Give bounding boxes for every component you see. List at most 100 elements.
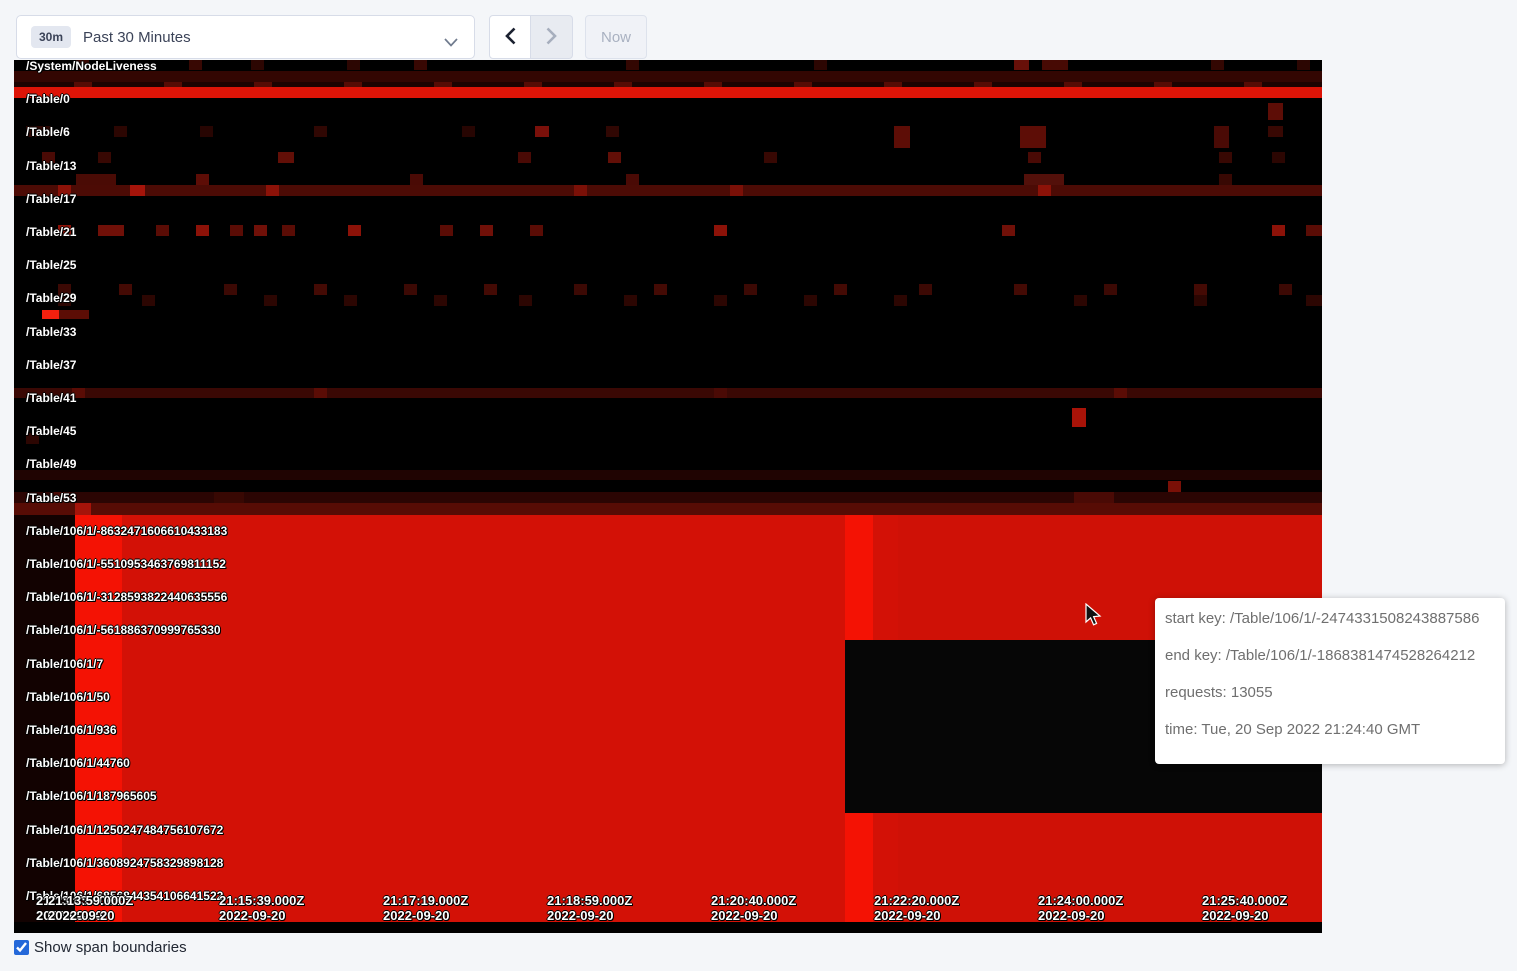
heatmap-cell — [1072, 408, 1086, 427]
row-label: /Table/6 — [26, 124, 70, 140]
heatmap-cell — [1168, 481, 1181, 492]
heatmap-cell — [200, 126, 213, 137]
heatmap-cell — [1272, 225, 1285, 236]
heatmap-cell — [614, 82, 632, 87]
heatmap-cell — [42, 310, 59, 319]
row-label: /Table/106/1/936 — [26, 722, 117, 738]
heatmap-cell — [873, 515, 898, 640]
heatmap-cell — [59, 310, 89, 319]
now-button[interactable]: Now — [585, 15, 647, 59]
heatmap-cell — [484, 284, 497, 295]
heatmap-cell — [1214, 126, 1229, 148]
heatmap-cell — [894, 295, 907, 306]
heatmap-cell — [654, 284, 667, 295]
heatmap-cell — [1268, 103, 1283, 120]
heatmap-cell — [230, 225, 243, 236]
row-label: /Table/49 — [26, 456, 76, 472]
heatmap-cell — [14, 503, 1322, 515]
tooltip-line: requests: 13055 — [1165, 685, 1495, 701]
heatmap-cell — [214, 492, 244, 503]
tooltip-line: end key: /Table/106/1/-18683814745282642… — [1165, 648, 1495, 664]
heatmap-cell — [266, 185, 279, 196]
show-span-boundaries-label: Show span boundaries — [34, 939, 187, 956]
heatmap-cell — [98, 152, 111, 163]
heatmap-cell — [714, 388, 727, 398]
heatmap-cell — [14, 470, 1322, 480]
row-label: /Table/33 — [26, 324, 76, 340]
heatmap-cell — [814, 60, 827, 70]
heatmap-cell — [1114, 388, 1127, 398]
heatmap-cell — [524, 82, 542, 87]
x-axis-tick: 21:13:59.000Z2022-09-20 — [48, 893, 133, 923]
heatmap-cell — [606, 126, 619, 137]
heatmap-cell — [574, 185, 587, 196]
heatmap-cell — [624, 295, 637, 306]
key-visualizer-heatmap[interactable]: /System/NodeLiveness/Table/0/Table/6/Tab… — [14, 60, 1322, 933]
heatmap-cell — [14, 87, 1322, 98]
heatmap-cell — [1038, 185, 1051, 196]
heatmap-cell — [74, 82, 92, 87]
heatmap-cell — [98, 225, 124, 236]
prev-time-button[interactable] — [489, 15, 531, 59]
heatmap-cell — [75, 503, 91, 515]
row-label: /Table/41 — [26, 390, 76, 406]
heatmap-cell — [845, 515, 873, 640]
heatmap-cell — [1104, 284, 1117, 295]
chevron-down-icon — [444, 34, 458, 52]
heatmap-cell — [764, 152, 777, 163]
heatmap-cell — [264, 295, 277, 306]
chevron-right-icon — [546, 27, 557, 48]
heatmap-tooltip: start key: /Table/106/1/-247433150824388… — [1155, 598, 1505, 764]
heatmap-cell — [434, 82, 452, 87]
heatmap-cell — [804, 295, 817, 306]
heatmap-cell — [254, 82, 272, 87]
heatmap-cell — [626, 60, 639, 70]
x-axis-tick: 21:24:00.000Z2022-09-20 — [1038, 893, 1123, 923]
x-axis-tick: 21:15:39.000Z2022-09-20 — [219, 893, 304, 923]
heatmap-cell — [1074, 492, 1114, 503]
heatmap-cell — [14, 922, 1322, 933]
heatmap-cell — [1306, 295, 1322, 306]
heatmap-cell — [1268, 126, 1283, 137]
next-time-button[interactable] — [531, 15, 573, 59]
tooltip-line: time: Tue, 20 Sep 2022 21:24:40 GMT — [1165, 722, 1495, 738]
heatmap-cell — [480, 225, 493, 236]
x-axis-tick: 21:18:59.000Z2022-09-20 — [547, 893, 632, 923]
row-label: /Table/106/1/-3128593822440635556 — [26, 589, 227, 605]
row-label: /Table/106/1/1250247484756107672 — [26, 822, 223, 838]
heatmap-cell — [1064, 82, 1082, 87]
heatmap-cell — [1154, 82, 1172, 87]
row-label: /Table/106/1/3608924758329898128 — [26, 855, 223, 871]
heatmap-cell — [224, 284, 237, 295]
time-range-dropdown[interactable]: 30m Past 30 Minutes — [16, 15, 475, 59]
heatmap-cell — [530, 225, 543, 236]
heatmap-cell — [344, 82, 362, 87]
heatmap-cell — [156, 225, 169, 236]
chevron-left-icon — [505, 27, 516, 48]
show-span-boundaries-checkbox[interactable] — [14, 940, 29, 955]
heatmap-cell — [462, 126, 475, 137]
heatmap-cell — [1024, 174, 1064, 185]
heatmap-cell — [164, 82, 182, 87]
row-label: /Table/106/1/7 — [26, 656, 103, 672]
row-label: /Table/106/1/-5510953463769811152 — [26, 556, 226, 572]
x-axis-tick: 21:17:19.000Z2022-09-20 — [383, 893, 468, 923]
tooltip-line: start key: /Table/106/1/-247433150824388… — [1165, 611, 1495, 627]
heatmap-cell — [1014, 284, 1027, 295]
heatmap-cell — [1074, 295, 1087, 306]
heatmap-cell — [1014, 60, 1029, 70]
x-axis-tick: 21:20:40.000Z2022-09-20 — [711, 893, 796, 923]
heatmap-cell — [282, 225, 295, 236]
heatmap-cell — [894, 126, 910, 148]
heatmap-cell — [730, 185, 743, 196]
heatmap-cell — [626, 174, 639, 185]
heatmap-cell — [414, 60, 427, 70]
time-range-badge: 30m — [31, 26, 71, 48]
heatmap-cell — [714, 225, 727, 236]
heatmap-cell — [114, 126, 127, 137]
heatmap-cell — [1194, 295, 1207, 306]
row-label: /Table/17 — [26, 191, 76, 207]
show-span-boundaries-control: Show span boundaries — [14, 939, 187, 956]
x-axis-tick: 21:22:20.000Z2022-09-20 — [874, 893, 959, 923]
row-label: /Table/106/1/44760 — [26, 755, 130, 771]
